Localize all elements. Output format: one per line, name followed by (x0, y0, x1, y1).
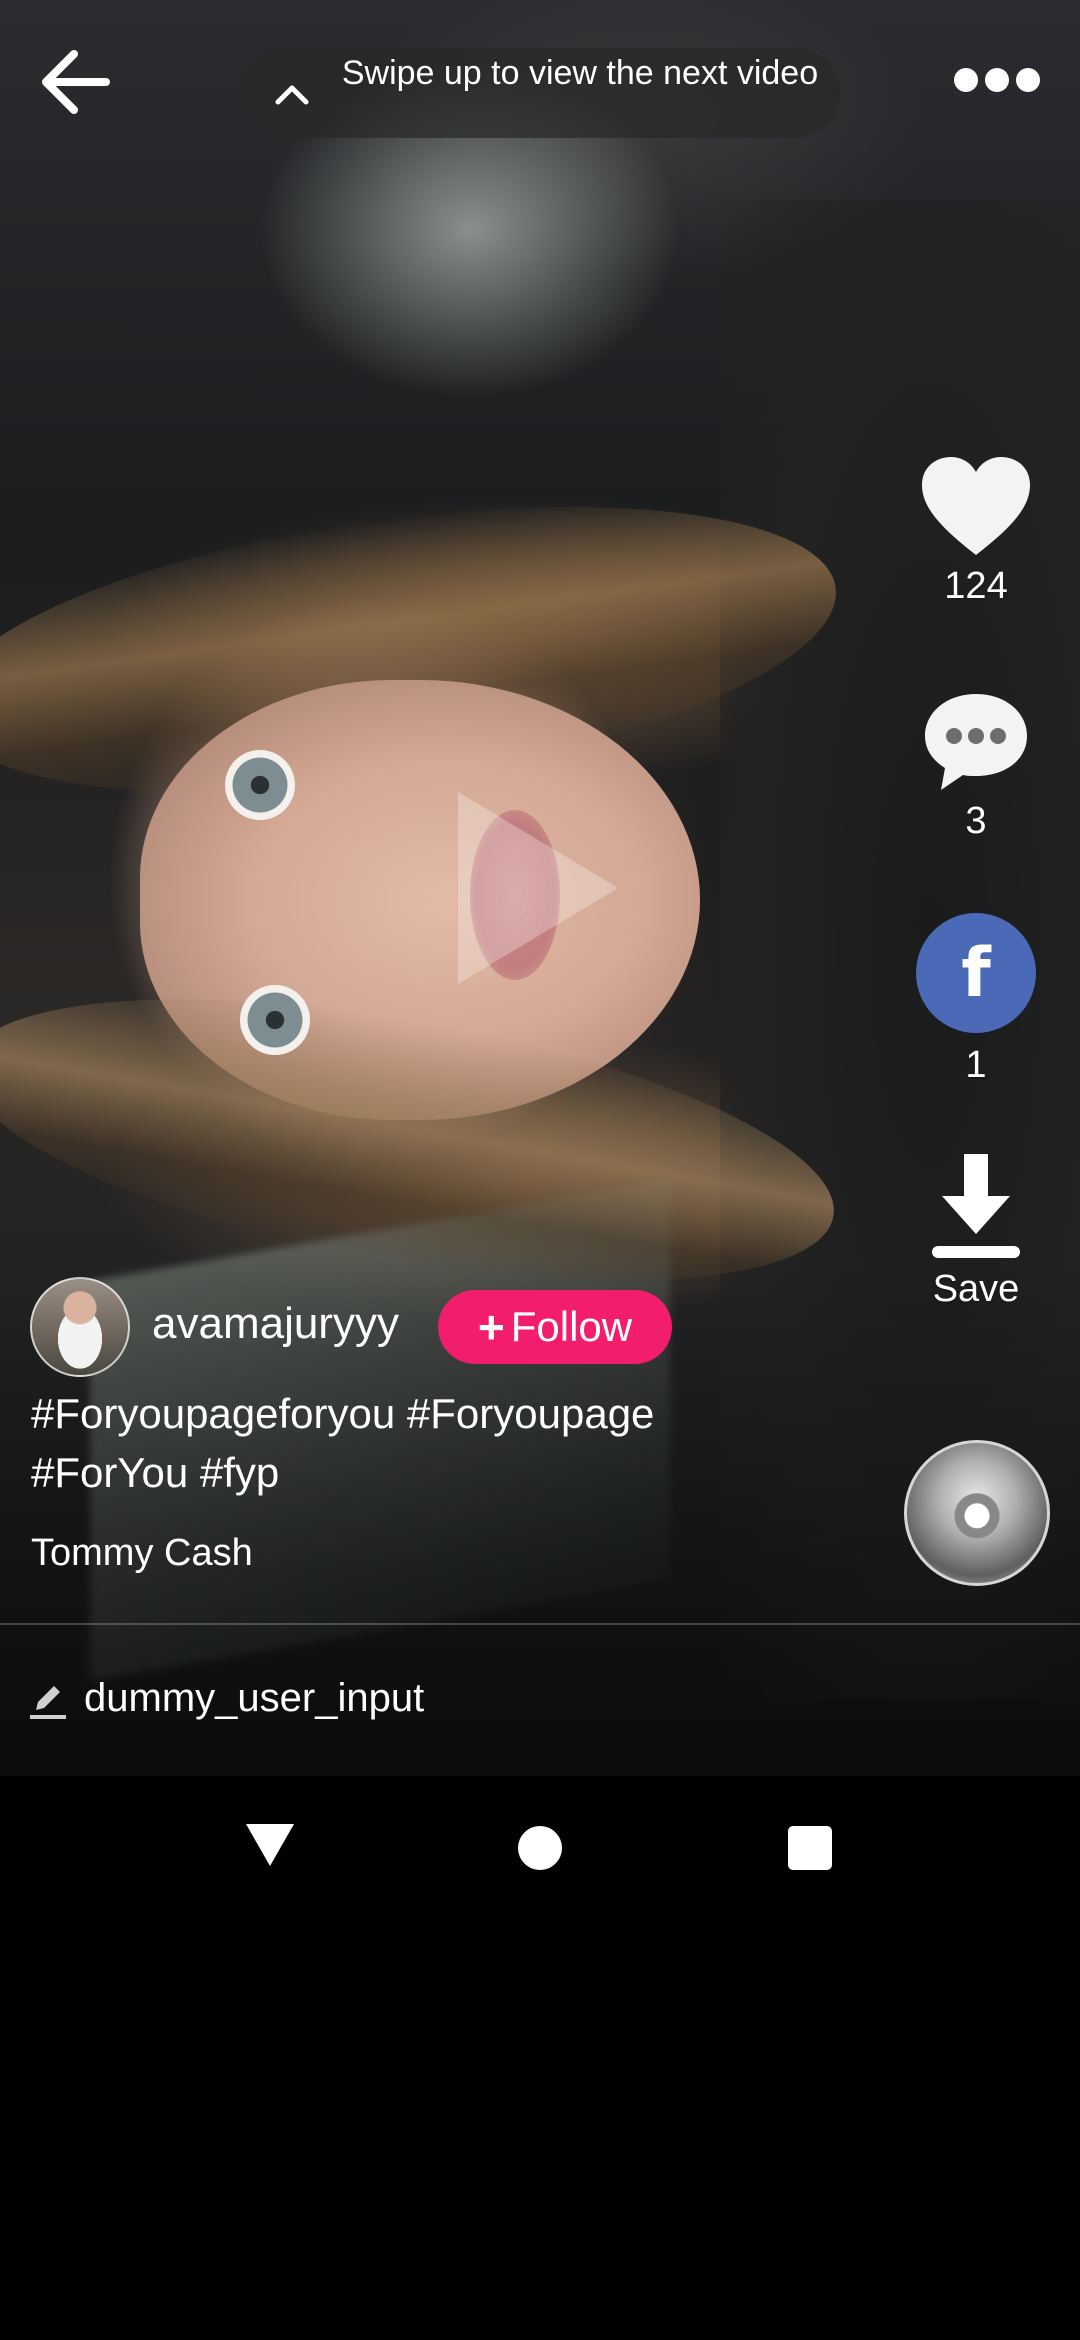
follow-button[interactable]: + Follow (438, 1290, 672, 1364)
chevron-up-icon (275, 85, 309, 105)
back-button[interactable] (36, 46, 116, 118)
comment-input-bar[interactable]: dummy_user_input (0, 1625, 1080, 1776)
nav-back-icon[interactable] (246, 1824, 294, 1866)
caption-hashtags[interactable]: #Foryoupageforyou #Foryoupage #ForYou #f… (31, 1384, 791, 1502)
screen: Swipe up to view the next video 124 3 f … (0, 0, 1080, 2340)
comment-count: 3 (965, 800, 987, 842)
save-label: Save (932, 1268, 1020, 1310)
play-icon[interactable] (458, 792, 618, 984)
plus-icon: + (477, 1301, 505, 1353)
pencil-icon (30, 1686, 66, 1719)
video-eye-left (225, 750, 295, 820)
swipe-hint-text: Swipe up to view the next video (341, 54, 819, 92)
more-options-button[interactable] (952, 60, 1042, 100)
song-name[interactable]: Tommy Cash (31, 1530, 253, 1576)
heart-icon (922, 457, 1030, 555)
nav-home-icon[interactable] (518, 1826, 562, 1870)
more-horizontal-icon (954, 68, 1040, 92)
video-eye-right (240, 985, 310, 1055)
facebook-share-count: 1 (965, 1044, 987, 1086)
facebook-share-button[interactable]: f 1 (896, 913, 1056, 1087)
facebook-icon: f (916, 913, 1036, 1033)
music-disc-icon[interactable] (904, 1440, 1050, 1586)
follow-label: Follow (510, 1303, 633, 1350)
system-nav-bar (0, 1776, 1080, 1916)
like-count: 124 (944, 565, 1008, 607)
arrow-left-icon (42, 50, 110, 114)
download-icon (932, 1154, 1020, 1258)
swipe-hint-pill[interactable]: Swipe up to view the next video (240, 48, 840, 138)
nav-recents-icon[interactable] (788, 1826, 832, 1870)
comment-button[interactable]: 3 (896, 690, 1056, 843)
like-button[interactable]: 124 (896, 455, 1056, 608)
save-button[interactable]: Save (896, 1150, 1056, 1311)
comment-field[interactable]: dummy_user_input (84, 1673, 424, 1723)
comment-bubble-icon (925, 694, 1027, 790)
username[interactable]: avamajuryyy (152, 1298, 399, 1350)
avatar[interactable] (30, 1277, 130, 1377)
